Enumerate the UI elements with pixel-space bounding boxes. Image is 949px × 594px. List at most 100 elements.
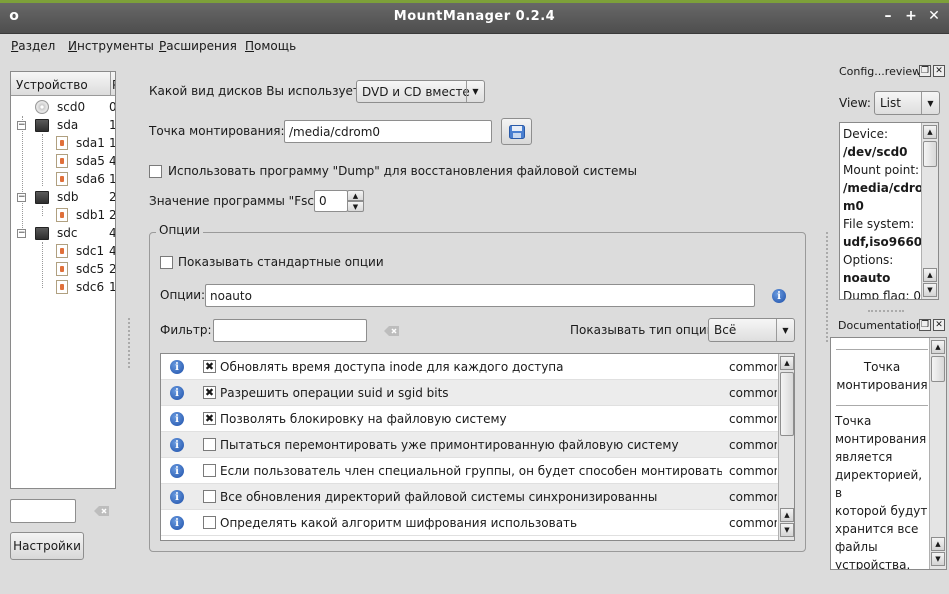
option-info-icon[interactable]: i: [170, 516, 184, 530]
menu-mnemonic: П: [245, 39, 255, 53]
options-input[interactable]: noauto: [205, 284, 755, 307]
column-header-size[interactable]: Р: [111, 72, 115, 96]
disk-type-select[interactable]: DVD и CD вместе ▼: [356, 80, 485, 103]
save-mount-point-button[interactable]: [501, 118, 532, 145]
menu-extensions[interactable]: Расширения: [159, 39, 237, 53]
menu-mnemonic: И: [68, 39, 77, 53]
option-info-icon[interactable]: i: [170, 490, 184, 504]
splitter-handle[interactable]: [868, 310, 904, 312]
option-row[interactable]: i Все обновления директорий файловой сис…: [161, 484, 778, 510]
hard-disk-icon: [35, 118, 49, 132]
scroll-down-icon[interactable]: ▼: [931, 552, 945, 566]
option-info-icon[interactable]: i: [170, 412, 184, 426]
option-checkbox[interactable]: [203, 490, 216, 503]
spin-down-icon[interactable]: ▼: [347, 201, 364, 212]
option-row[interactable]: i Пытаться перемонтировать уже примонтир…: [161, 432, 778, 458]
scroll-up-icon[interactable]: ▲: [923, 268, 937, 282]
mount-point-input[interactable]: /media/cdrom0: [284, 120, 492, 143]
option-type-select[interactable]: Всё ▼: [708, 318, 795, 342]
option-checkbox[interactable]: [203, 516, 216, 529]
doc-scrollbar[interactable]: ▲ ▲ ▼: [929, 338, 946, 569]
options-table[interactable]: i ✖ Обновлять время доступа inode для ка…: [160, 353, 795, 541]
tree-filter-input[interactable]: [10, 499, 76, 523]
option-row[interactable]: i Если пользователь член специальной гру…: [161, 458, 778, 484]
hard-disk-icon: [35, 190, 49, 204]
close-icon[interactable]: ✕: [933, 65, 945, 77]
column-header-device[interactable]: Устройство: [11, 72, 111, 96]
option-checkbox[interactable]: ✖: [203, 412, 216, 425]
option-info-icon[interactable]: i: [170, 386, 184, 400]
maximize-button[interactable]: +: [903, 8, 919, 24]
clear-filter-icon[interactable]: [384, 325, 400, 337]
option-checkbox[interactable]: [203, 438, 216, 451]
menu-bar: Раздел Инструменты Расширения Помощь: [0, 34, 949, 58]
tree-item-extra: 4: [109, 226, 116, 240]
collapse-icon[interactable]: −: [17, 228, 26, 238]
settings-button[interactable]: Настройки: [10, 532, 84, 560]
option-checkbox[interactable]: ✖: [203, 360, 216, 373]
scroll-up-icon[interactable]: ▲: [931, 340, 945, 354]
documentation-box[interactable]: Точка монтирования Точка монтирования явля…: [830, 337, 947, 570]
scroll-up-icon[interactable]: ▲: [780, 356, 794, 370]
scroll-thumb[interactable]: [923, 141, 937, 167]
scroll-up-icon[interactable]: ▲: [780, 508, 794, 522]
spin-up-icon[interactable]: ▲: [347, 190, 364, 201]
options-filter-input[interactable]: [213, 319, 367, 342]
float-icon[interactable]: ❐: [919, 319, 931, 331]
tree-item-sdb1[interactable]: sdb1 2: [56, 206, 115, 224]
view-select[interactable]: List ▼: [874, 91, 940, 115]
close-button[interactable]: ✕: [926, 8, 942, 24]
options-scrollbar[interactable]: ▲ ▲ ▼: [778, 354, 794, 540]
option-row[interactable]: i Определять какой алгоритм шифрования и…: [161, 510, 778, 536]
use-dump-checkbox[interactable]: [149, 165, 162, 178]
tree-item-label: sda1: [76, 136, 105, 150]
close-icon[interactable]: ✕: [933, 319, 945, 331]
menu-help[interactable]: Помощь: [245, 39, 296, 53]
tree-item-sda[interactable]: − sda 1: [17, 116, 115, 134]
config-preview-lines: Device: /dev/scd0 Mount point: /media/cdro m…: [843, 125, 923, 299]
option-info-icon[interactable]: i: [170, 360, 184, 374]
tree-line: [42, 242, 43, 288]
scroll-thumb[interactable]: [931, 356, 945, 382]
tree-item-sdc6[interactable]: sdc6 1: [56, 278, 115, 296]
tree-item-sdb[interactable]: − sdb 2: [17, 188, 115, 206]
float-icon[interactable]: ❐: [919, 65, 931, 77]
tree-item-scd0[interactable]: scd0 0: [35, 98, 115, 116]
tree-item-sdc5[interactable]: sdc5 2: [56, 260, 115, 278]
tree-item-sda1[interactable]: sda1 1: [56, 134, 115, 152]
clear-filter-icon[interactable]: [94, 505, 110, 517]
tree-item-sda6[interactable]: sda6 1: [56, 170, 115, 188]
options-info-icon[interactable]: i: [772, 289, 786, 303]
fsck-label: Значение программы "Fsck":: [149, 194, 331, 208]
config-scrollbar[interactable]: ▲ ▲ ▼: [921, 123, 938, 299]
collapse-icon[interactable]: −: [17, 120, 26, 130]
device-tree[interactable]: Устройство Р scd0 0 − sda 1 sda1 1 sda5 …: [10, 71, 116, 489]
scroll-up-icon[interactable]: ▲: [931, 537, 945, 551]
option-checkbox[interactable]: ✖: [203, 386, 216, 399]
menu-tools[interactable]: Инструменты: [68, 39, 154, 53]
scroll-down-icon[interactable]: ▼: [780, 523, 794, 537]
collapse-icon[interactable]: −: [17, 192, 26, 202]
menu-label: нструменты: [76, 39, 154, 53]
fsck-spinbox[interactable]: 0: [314, 190, 348, 212]
show-standard-options-checkbox[interactable]: [160, 256, 173, 269]
option-row[interactable]: i ✖ Позволять блокировку на файловую сис…: [161, 406, 778, 432]
option-info-icon[interactable]: i: [170, 464, 184, 478]
scroll-down-icon[interactable]: ▼: [923, 283, 937, 297]
option-row[interactable]: i ✖ Разрешить операции suid и sgid bits …: [161, 380, 778, 406]
scroll-thumb[interactable]: [780, 372, 794, 436]
config-preview-box[interactable]: Device: /dev/scd0 Mount point: /media/cdro m…: [839, 122, 939, 300]
tree-item-label: sdc: [57, 226, 78, 240]
option-checkbox[interactable]: [203, 464, 216, 477]
splitter-handle[interactable]: [128, 318, 130, 368]
tree-item-sdc[interactable]: − sdc 4: [17, 224, 115, 242]
minimize-button[interactable]: –: [880, 8, 896, 24]
splitter-handle[interactable]: [826, 232, 828, 342]
option-info-icon[interactable]: i: [170, 438, 184, 452]
option-row[interactable]: i ✖ Обновлять время доступа inode для ка…: [161, 354, 778, 380]
scroll-up-icon[interactable]: ▲: [923, 125, 937, 139]
config-line: Options:: [843, 253, 894, 267]
tree-item-sda5[interactable]: sda5 4: [56, 152, 115, 170]
menu-section[interactable]: Раздел: [11, 39, 55, 53]
tree-item-sdc1[interactable]: sdc1 4: [56, 242, 115, 260]
